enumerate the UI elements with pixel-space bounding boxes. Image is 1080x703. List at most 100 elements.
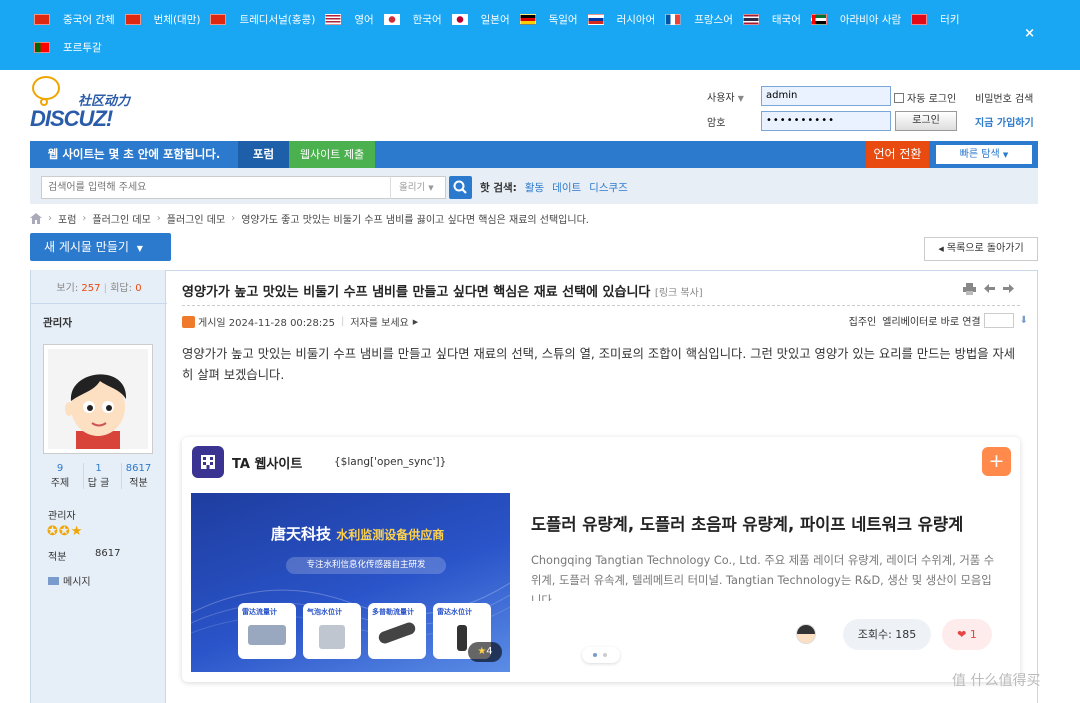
quick-nav-button[interactable]: 빠른 탐색 ▼ bbox=[936, 145, 1032, 164]
hot-term[interactable]: 활동 bbox=[525, 180, 544, 195]
username-input[interactable]: admin bbox=[761, 86, 891, 106]
lang-de[interactable]: 독일어 bbox=[519, 12, 578, 27]
card-site-name[interactable]: TA 웹사이트 bbox=[232, 453, 302, 472]
cn-flag-icon bbox=[124, 14, 141, 25]
stat-replies[interactable]: 1답 글 bbox=[83, 463, 113, 489]
down-arrow-icon[interactable]: ⬇ bbox=[1020, 315, 1028, 326]
lang-zh-tw[interactable]: 번체(대만) bbox=[124, 12, 200, 27]
user-icon bbox=[182, 315, 195, 328]
breadcrumb-separator-icon: › bbox=[231, 213, 236, 224]
hot-term[interactable]: 디스쿠즈 bbox=[589, 180, 628, 195]
hot-term[interactable]: 데이트 bbox=[552, 180, 581, 195]
cn-flag-icon bbox=[34, 14, 50, 25]
view-count: 조회수: 185 bbox=[843, 619, 931, 650]
user-group[interactable]: 관리자 bbox=[48, 507, 76, 522]
banner-title: 唐天科技 水利监测设备供应商 bbox=[271, 525, 445, 543]
lang-ko[interactable]: 한국어 bbox=[383, 12, 442, 27]
stat-points[interactable]: 8617 적분 bbox=[121, 463, 155, 489]
search-input[interactable] bbox=[41, 176, 391, 199]
de-flag-icon bbox=[519, 14, 536, 25]
password-label: 암호 bbox=[707, 118, 726, 129]
ae-flag-icon bbox=[810, 14, 827, 25]
us-flag-icon bbox=[325, 14, 342, 25]
lang-ar[interactable]: 아라비아 사람 bbox=[810, 12, 901, 27]
lang-zh-cn[interactable]: 중국어 간체 bbox=[34, 12, 115, 27]
lang-pt[interactable]: 포르투갈 bbox=[34, 40, 102, 55]
author-only-link[interactable]: 저자를 보세요 bbox=[350, 314, 408, 329]
main-nav: 웹 사이트는 몇 초 안에 포함됩니다. 포럼 웹사이트 제출 언어 전환 빠른… bbox=[30, 141, 1038, 168]
breadcrumb-separator-icon: › bbox=[82, 213, 87, 224]
jp-flag-icon bbox=[451, 14, 468, 25]
star-icon: ★ bbox=[477, 646, 487, 657]
mail-icon bbox=[48, 576, 59, 585]
site-logo[interactable]: 社区动力 DISCUZ! bbox=[28, 74, 148, 132]
post-tools bbox=[963, 283, 1014, 295]
new-post-button[interactable]: 새 게시물 만들기 ▼ bbox=[30, 233, 171, 261]
send-message-link[interactable]: 메시지 bbox=[48, 573, 91, 588]
lang-en[interactable]: 영어 bbox=[325, 12, 374, 27]
nav-item-forum[interactable]: 포럼 bbox=[238, 141, 289, 168]
prev-arrow-icon[interactable] bbox=[984, 283, 995, 294]
breadcrumb-item[interactable]: 플러그인 데모 bbox=[167, 211, 225, 226]
auto-login-checkbox[interactable]: 자동 로그인 bbox=[894, 90, 956, 105]
avatar[interactable] bbox=[43, 344, 153, 454]
post-title: 영양가가 높고 맛있는 비둘기 수프 냄비를 만들고 싶다면 핵심은 재료 선택… bbox=[182, 285, 703, 300]
site-card: TA 웹사이트 {$lang['open_sync']} + 唐天科技 水利监测… bbox=[182, 437, 1020, 682]
lang-ru[interactable]: 러시아어 bbox=[587, 12, 655, 27]
login-button[interactable]: 로그인 bbox=[895, 111, 957, 131]
language-switch-button[interactable]: 언어 전환 bbox=[866, 141, 929, 168]
caret-down-icon: ▼ bbox=[428, 184, 434, 192]
print-icon[interactable] bbox=[963, 283, 976, 295]
search-icon bbox=[453, 180, 467, 194]
breadcrumb-separator-icon: › bbox=[48, 213, 52, 224]
forgot-password-link[interactable]: 비밀번호 검색 bbox=[975, 90, 1033, 105]
logo-wordmark: DISCUZ! bbox=[30, 106, 113, 131]
author-name[interactable]: 관리자 bbox=[43, 315, 72, 330]
nav-slogan: 웹 사이트는 몇 초 안에 포함됩니다. bbox=[47, 147, 221, 161]
view-reply-counts: 보기: 257 | 회답: 0 bbox=[56, 283, 142, 294]
lang-zh-hk[interactable]: 트레디서널(홍콩) bbox=[210, 12, 315, 27]
search-type-select[interactable]: 올리기 ▼ bbox=[390, 176, 446, 199]
floor-jump-input[interactable] bbox=[983, 313, 1014, 328]
breadcrumb: › 포럼 › 플러그인 데모 › 플러그인 데모 › 영양가도 좋고 맛있는 비… bbox=[30, 211, 589, 226]
register-link[interactable]: 지금 가입하기 bbox=[975, 114, 1034, 129]
divider bbox=[31, 303, 167, 304]
back-to-list-button[interactable]: ◀ 목록으로 돌아가기 bbox=[924, 237, 1038, 261]
floor-jump: 집주인 엘리베이터로 바로 연결 ⬇ bbox=[848, 313, 1028, 328]
lang-tr[interactable]: 터키 bbox=[911, 12, 960, 27]
small-avatar[interactable] bbox=[796, 624, 816, 644]
caret-down-icon: ▼ bbox=[136, 244, 143, 253]
banner-tagline: 专注水利信息化传感器自主研发 bbox=[286, 557, 446, 574]
search-button[interactable] bbox=[449, 176, 472, 199]
carousel-dots[interactable] bbox=[582, 647, 620, 663]
add-button[interactable]: + bbox=[982, 447, 1011, 476]
copy-link[interactable]: [링크 복사] bbox=[655, 288, 703, 299]
password-input[interactable]: •••••••••• bbox=[761, 111, 891, 131]
like-button[interactable]: ❤ 1 bbox=[942, 619, 992, 650]
card-sync-text: {$lang['open_sync']} bbox=[334, 456, 447, 468]
card-headline[interactable]: 도플러 유량계, 도플러 초음파 유량계, 파이프 네트워크 유량계 bbox=[531, 511, 1001, 535]
nav-item-submit-site[interactable]: 웹사이트 제출 bbox=[289, 141, 375, 168]
divider bbox=[182, 305, 1020, 306]
chevron-down-icon: ▼ bbox=[737, 94, 744, 103]
language-bar: 중국어 간체 번체(대만) 트레디서널(홍콩) 영어 한국어 일본어 독일어 러… bbox=[0, 0, 1080, 70]
next-arrow-icon[interactable] bbox=[1003, 283, 1014, 294]
building-icon bbox=[192, 446, 224, 478]
close-icon[interactable]: × bbox=[1024, 26, 1035, 41]
stat-topics[interactable]: 9 주제 bbox=[45, 463, 75, 489]
lang-ja[interactable]: 일본어 bbox=[451, 12, 510, 27]
username-label[interactable]: 사용자 ▼ bbox=[707, 89, 744, 104]
lang-th[interactable]: 태국어 bbox=[742, 12, 801, 27]
post-body: 영양가가 높고 맛있는 비둘기 수프 냄비를 만들고 싶다면 재료의 선택, 스… bbox=[182, 347, 1016, 382]
card-banner-image[interactable]: 唐天科技 水利监测设备供应商 专注水利信息化传感器自主研发 雷达流量计 气泡水位… bbox=[191, 493, 510, 672]
rank-star-icons: ✪✪★ bbox=[47, 524, 84, 539]
breadcrumb-item[interactable]: 포럼 bbox=[58, 211, 76, 226]
product-card: 多普勒流量计 bbox=[368, 603, 426, 659]
author-sidebar: 보기: 257 | 회답: 0 관리자 9 주제 1답 글 8617 적분 관리자 … bbox=[30, 270, 167, 703]
language-row: 포르투갈 bbox=[34, 40, 112, 55]
breadcrumb-item[interactable]: 플러그인 데모 bbox=[92, 211, 150, 226]
home-icon[interactable] bbox=[30, 213, 42, 224]
ru-flag-icon bbox=[587, 14, 604, 25]
caret-down-icon: ▼ bbox=[1002, 151, 1009, 159]
lang-fr[interactable]: 프랑스어 bbox=[665, 12, 733, 27]
